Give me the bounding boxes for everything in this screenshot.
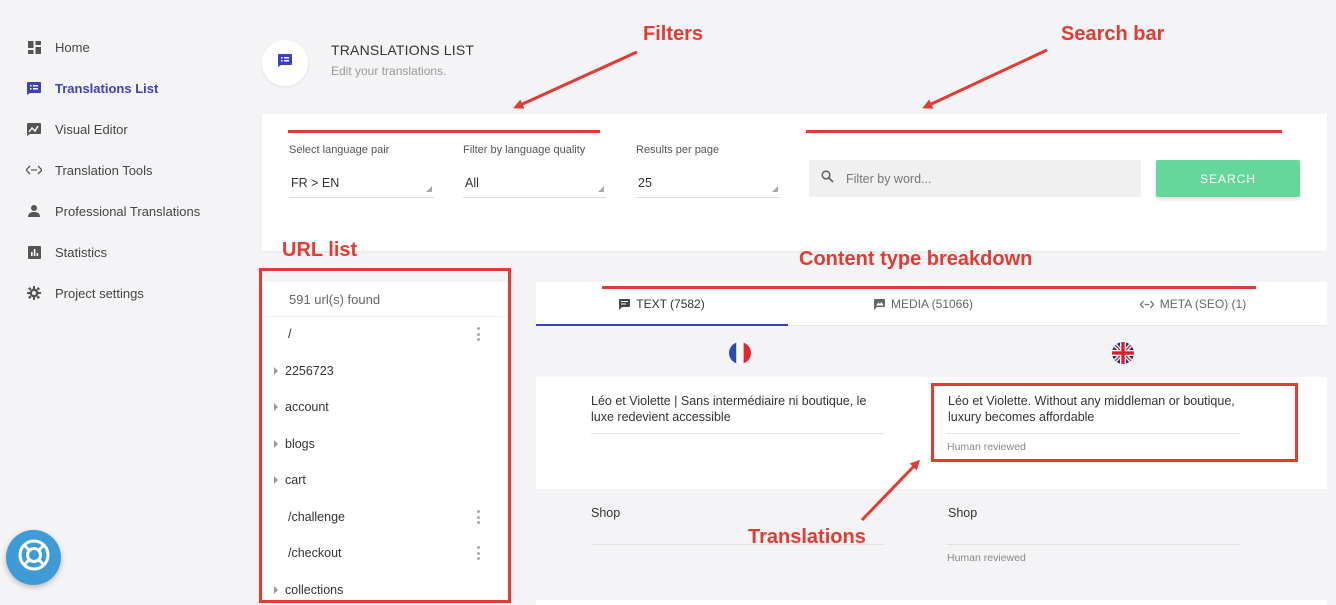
translations-arrow [860,459,921,522]
search-bar-arrow [922,48,1048,109]
annotation-arrows [513,48,1048,522]
filters-arrow [513,50,638,109]
